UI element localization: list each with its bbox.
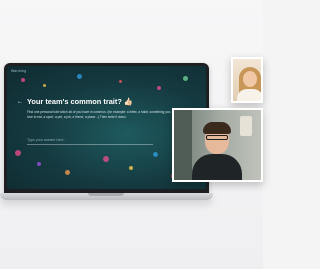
participant-body [192, 154, 242, 180]
confetti-dot [65, 170, 70, 175]
room-shelf [174, 110, 192, 180]
participant-glasses [206, 135, 228, 140]
video-tile-participant-woman[interactable] [231, 57, 263, 103]
confetti-dot [103, 156, 109, 162]
answer-input[interactable]: Type your answer here... [27, 136, 153, 145]
back-arrow-icon[interactable]: ← [17, 99, 23, 105]
confetti-dot [153, 152, 158, 157]
prompt-title: Your team's common trait? 👍🏻 [27, 97, 134, 106]
confetti-dot [37, 162, 41, 166]
participant-body [237, 89, 261, 101]
confetti-dot [129, 166, 133, 170]
confetti-dot [119, 80, 122, 83]
confetti-dot [157, 86, 161, 90]
confetti-dot [15, 150, 21, 156]
confetti-dot [77, 74, 82, 79]
laptop-notch [88, 193, 124, 196]
app-label: Warming [11, 69, 27, 73]
confetti-dot [21, 78, 25, 82]
confetti-dot [43, 84, 46, 87]
participant-hair [203, 122, 231, 134]
video-tile-participant-man[interactable] [172, 108, 263, 182]
confetti-dot [183, 76, 188, 81]
laptop-base [0, 193, 213, 200]
prompt-description: Find one personal trait which all of you… [27, 110, 171, 119]
participant-face [243, 71, 257, 87]
room-lamp [240, 116, 252, 136]
product-scene: Warming ← Your team's common trait? 👍🏻 F… [0, 0, 263, 269]
